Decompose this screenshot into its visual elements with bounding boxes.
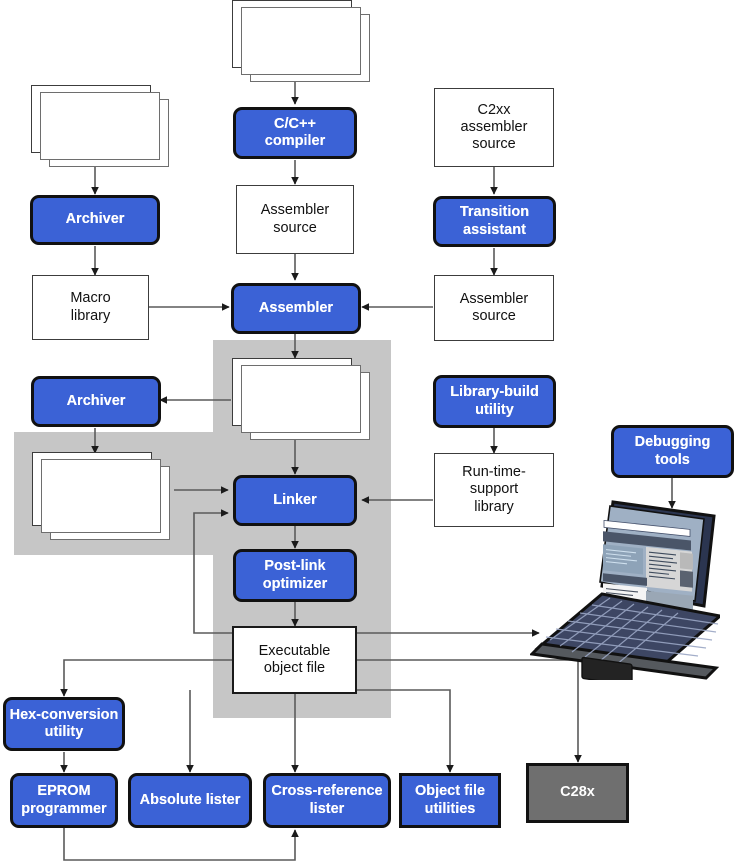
node-macro-library: Macro library: [32, 275, 149, 340]
node-postlink-optimizer[interactable]: Post-link optimizer: [233, 549, 357, 602]
node-library-build-utility[interactable]: Library-build utility: [433, 375, 556, 428]
node-linker[interactable]: Linker: [233, 475, 357, 526]
stack-sheet-mid: [41, 459, 161, 533]
node-assembler-source-right: Assembler source: [434, 275, 554, 341]
node-eprom-programmer[interactable]: EPROM programmer: [10, 773, 118, 828]
node-object-files: Object files: [232, 358, 372, 442]
node-assembler[interactable]: Assembler: [231, 283, 361, 334]
node-c28x-target[interactable]: C28x: [526, 763, 629, 823]
laptop-icon: [530, 500, 720, 680]
node-object-file-utilities[interactable]: Object file utilities: [399, 773, 501, 828]
node-debugging-tools[interactable]: Debugging tools: [611, 425, 734, 478]
node-executable-object-file: Executable object file: [232, 626, 357, 694]
node-c-cpp-compiler[interactable]: C/C++ compiler: [233, 107, 357, 159]
stack-sheet-mid: [40, 92, 160, 160]
node-c-source-files: C source files: [232, 0, 372, 84]
stack-sheet-mid: [241, 7, 361, 75]
node-hex-conversion-utility[interactable]: Hex-conversion utility: [3, 697, 125, 751]
node-macro-source-files: Macro source files: [31, 85, 171, 169]
node-transition-assistant[interactable]: Transition assistant: [433, 196, 556, 247]
node-assembler-source-middle: Assembler source: [236, 185, 354, 254]
node-cross-reference-lister[interactable]: Cross-reference lister: [263, 773, 391, 828]
node-absolute-lister[interactable]: Absolute lister: [128, 773, 252, 828]
node-c2xx-assembler-source: C2xx assembler source: [434, 88, 554, 167]
stack-sheet-mid: [241, 365, 361, 433]
diagram-canvas: C source files Macro source files Object…: [0, 0, 736, 863]
node-archiver-middle[interactable]: Archiver: [31, 376, 161, 427]
node-archiver-top[interactable]: Archiver: [30, 195, 160, 245]
node-library-of-object-files: Library of object files: [32, 452, 177, 542]
